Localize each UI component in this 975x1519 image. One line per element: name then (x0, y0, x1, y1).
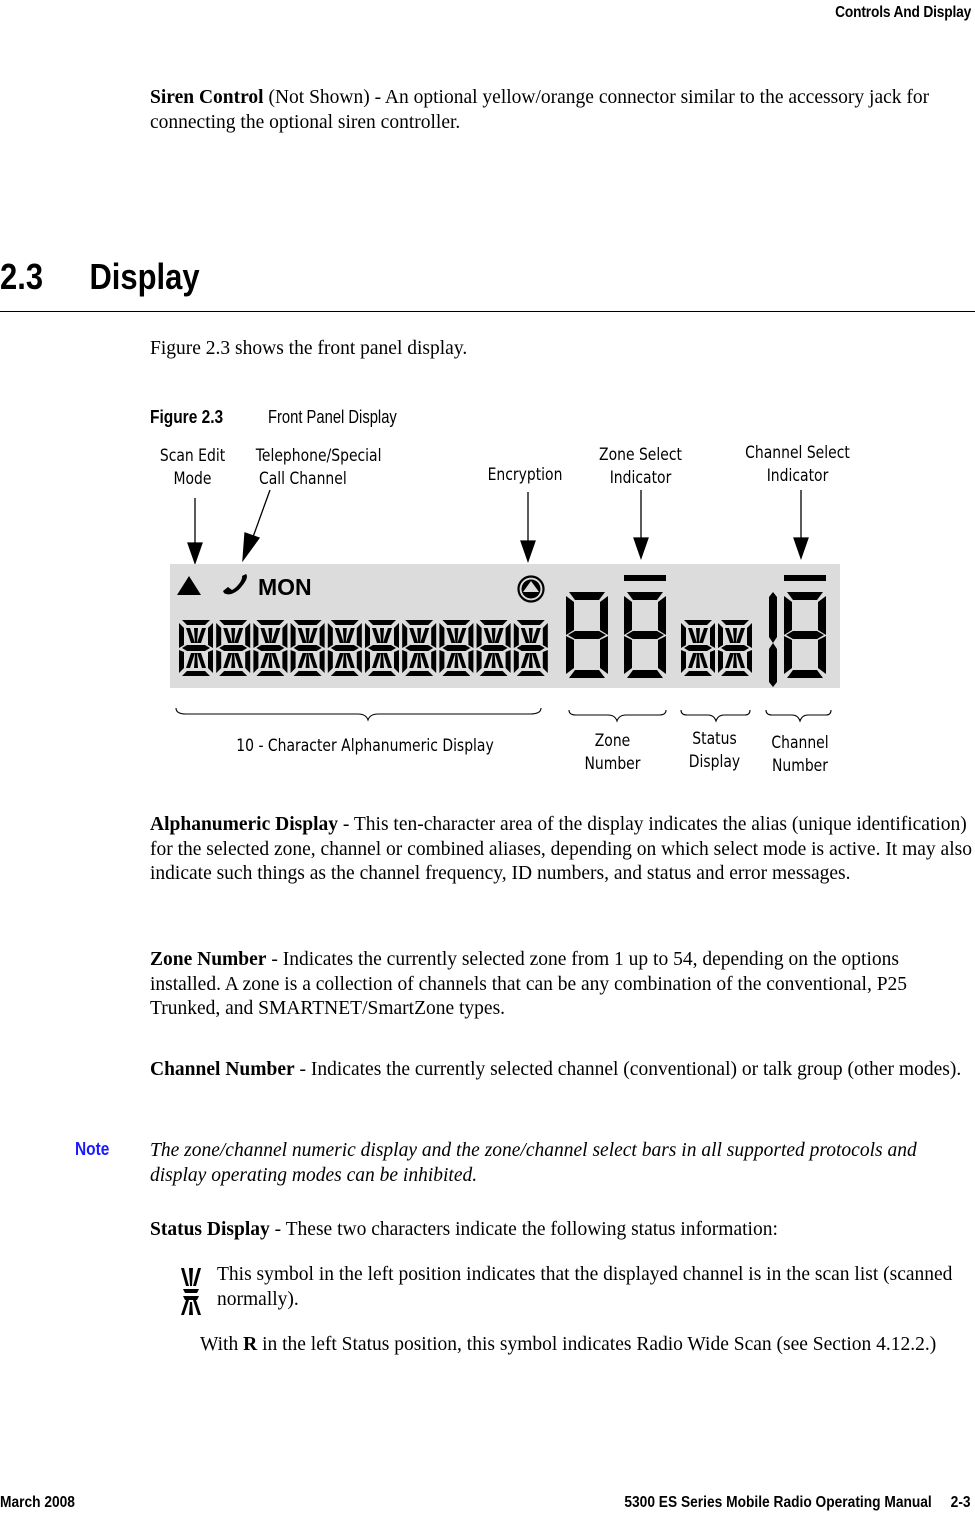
scan-symbol-description: This symbol in the left position indicat… (217, 1264, 953, 1310)
callout-line: Call Channel (259, 469, 347, 489)
zone-number-paragraph: Zone Number - Indicates the currently se… (150, 948, 972, 1022)
rws-text-pre: With (200, 1334, 244, 1355)
channel-number-paragraph: Channel Number - Indicates the currently… (150, 1058, 972, 1083)
callout-zone-number: Zone Number (574, 730, 652, 776)
brace-alphanumeric (175, 707, 542, 722)
brace-channel (765, 709, 832, 723)
callout-line: Zone (594, 731, 631, 751)
channel-number-term: Channel Number (150, 1059, 295, 1080)
figure-number: Figure 2.3 (150, 407, 224, 427)
callout-channel-number: Channel Number (763, 732, 837, 778)
siren-control-term: Siren Control (150, 87, 264, 108)
status-display-term: Status Display (150, 1219, 270, 1240)
channel-digit-tens-lower (769, 643, 777, 687)
callout-channel-select-indicator: Channel Select Indicator (738, 442, 857, 488)
figure-caption: Figure 2.3 Front Panel Display (150, 407, 425, 428)
siren-control-text: (Not Shown) - An optional yellow/orange … (150, 87, 930, 133)
alphanumeric-display-paragraph: Alphanumeric Display - This ten-characte… (150, 813, 972, 887)
arrow-head (633, 537, 649, 560)
callout-scan-edit-mode: Scan Edit Mode (149, 445, 235, 491)
note-text: The zone/channel numeric display and the… (150, 1140, 917, 1186)
section-divider (0, 311, 975, 312)
note-label: Note (75, 1139, 110, 1159)
footer-date: March 2008 (0, 1494, 75, 1511)
section-heading: 2.3 Display (0, 256, 200, 298)
section-title: Display (89, 256, 200, 297)
arrow-head (242, 532, 261, 563)
callout-line: Indicator (766, 466, 829, 486)
zone-select-indicator-bar (624, 575, 666, 581)
callout-line: Indicator (609, 468, 672, 488)
rws-text-post: in the left Status position, this symbol… (257, 1334, 937, 1355)
callout-encryption: Encryption (476, 464, 574, 487)
arrow-head (520, 540, 536, 563)
brace-status (680, 709, 751, 723)
arrow-head (187, 542, 203, 565)
siren-control-paragraph: Siren Control (Not Shown) - An optional … (150, 86, 950, 135)
running-header: Controls And Display (835, 4, 971, 21)
callout-line: Telephone/Special (255, 446, 382, 466)
footer-manual-info: 5300 ES Series Mobile Radio Operating Ma… (625, 1494, 971, 1512)
section-number: 2.3 (0, 256, 44, 297)
callout-line: Channel Select (745, 443, 850, 463)
callout-arrows (187, 489, 809, 565)
footer-manual-title: 5300 ES Series Mobile Radio Operating Ma… (624, 1494, 933, 1511)
arrow-head (793, 537, 809, 560)
footer-page-number: 2-3 (951, 1494, 971, 1511)
callout-line: Scan Edit (159, 446, 226, 466)
status-display-paragraph: Status Display - These two characters in… (150, 1218, 950, 1243)
callout-line: Channel (771, 733, 829, 753)
radio-wide-scan-paragraph: With R in the left Status position, this… (200, 1333, 960, 1358)
callout-line: Encryption (487, 465, 563, 485)
channel-number-text: - Indicates the currently selected chann… (294, 1059, 962, 1080)
scan-list-symbol-icon (181, 1268, 201, 1315)
callout-zone-select-indicator: Zone Select Indicator (589, 444, 692, 490)
callout-line: Number (771, 756, 828, 776)
rws-status-letter: R (243, 1334, 258, 1355)
intro-paragraph: Figure 2.3 shows the front panel display… (150, 338, 468, 359)
callout-telephone-special-call: Telephone/Special Call Channel (256, 445, 400, 491)
arrow-telephone (252, 489, 271, 538)
encryption-icon (517, 575, 545, 603)
status-display-text: - These two characters indicate the foll… (269, 1219, 778, 1240)
channel-digit-tens (769, 592, 777, 643)
channel-select-indicator-bar (784, 575, 826, 581)
callout-line: Status (692, 729, 737, 749)
brace-zone (568, 709, 667, 723)
callout-line: Display (688, 752, 741, 772)
callout-status-display: Status Display (680, 728, 750, 774)
zone-number-term: Zone Number (150, 949, 267, 970)
callout-line: Zone Select (599, 445, 682, 465)
callout-braces (175, 707, 832, 723)
figure-title: Front Panel Display (268, 407, 397, 427)
alphanumeric-term: Alphanumeric Display (150, 814, 338, 835)
callout-line: Number (584, 754, 641, 774)
mon-indicator: MON (258, 574, 312, 600)
callout-line: Mode (173, 469, 212, 489)
callout-alphanumeric-display: 10 - Character Alphanumeric Display (236, 736, 494, 756)
